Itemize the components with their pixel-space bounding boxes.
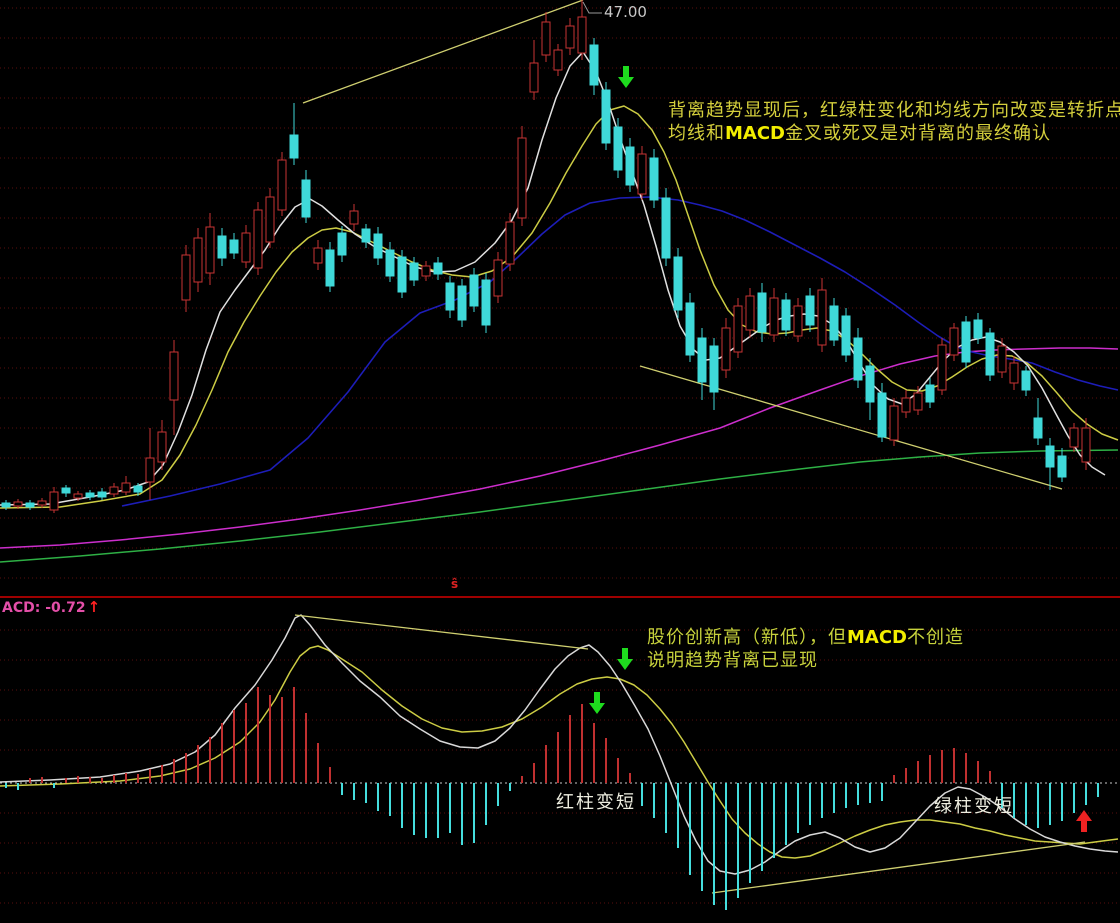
candle-down: [302, 180, 310, 217]
candle-down: [362, 229, 370, 242]
candle-down: [674, 257, 682, 310]
candle-up: [638, 154, 646, 194]
candle-up: [518, 138, 526, 218]
candle-up: [566, 26, 574, 48]
candle-up: [578, 17, 586, 53]
candle-up: [734, 306, 742, 352]
candle-down: [626, 147, 634, 185]
candle-up: [314, 248, 322, 263]
candle-up: [350, 211, 358, 224]
candle-down: [698, 338, 706, 382]
candle-up: [1082, 428, 1090, 462]
candle-down: [1058, 456, 1066, 477]
candle-down: [98, 492, 106, 497]
candle-up: [194, 238, 202, 282]
candle-up: [902, 398, 910, 412]
candle-up: [770, 298, 778, 335]
candle-up: [494, 260, 502, 296]
candle-down: [86, 493, 94, 497]
candle-down: [386, 250, 394, 276]
candle-down: [842, 316, 850, 355]
candle-down: [338, 233, 346, 255]
candle-down: [218, 236, 226, 258]
candle-down: [434, 263, 442, 274]
candle-up: [1070, 428, 1078, 447]
candle-up: [266, 197, 274, 242]
candle-down: [62, 488, 70, 493]
candle-down: [374, 234, 382, 258]
candle-up: [242, 233, 250, 262]
candle-down: [710, 346, 718, 392]
candle-up: [146, 458, 154, 482]
candle-down: [590, 45, 598, 85]
chart-canvas[interactable]: [0, 0, 1120, 923]
candle-up: [722, 328, 730, 370]
candle-down: [854, 338, 862, 380]
candle-up: [1010, 363, 1018, 383]
candle-up: [122, 483, 130, 492]
candle-up: [794, 306, 802, 336]
chart-background: [0, 0, 1120, 923]
candle-down: [230, 240, 238, 253]
candle-down: [458, 286, 466, 320]
candle-down: [602, 90, 610, 143]
candle-down: [1022, 371, 1030, 390]
candle-up: [278, 160, 286, 210]
candle-down: [470, 275, 478, 306]
candle-down: [134, 486, 142, 492]
candle-down: [2, 503, 10, 507]
candle-up: [506, 222, 514, 264]
candle-down: [1034, 418, 1042, 438]
candle-down: [866, 366, 874, 402]
candle-up: [746, 296, 754, 330]
candle-up: [254, 210, 262, 268]
candle-down: [686, 303, 694, 355]
candle-down: [926, 385, 934, 402]
candle-up: [542, 22, 550, 55]
candle-up: [206, 227, 214, 273]
candle-up: [422, 266, 430, 276]
candle-down: [290, 135, 298, 158]
candle-up: [110, 487, 118, 494]
candle-up: [182, 255, 190, 300]
candle-down: [410, 263, 418, 280]
candle-down: [326, 250, 334, 286]
candle-down: [806, 296, 814, 325]
candle-down: [614, 127, 622, 170]
candle-up: [890, 406, 898, 440]
candle-down: [878, 393, 886, 437]
candle-down: [446, 283, 454, 310]
candle-down: [26, 503, 34, 507]
candle-down: [974, 320, 982, 338]
candle-down: [782, 300, 790, 330]
candle-down: [398, 257, 406, 292]
candle-down: [986, 333, 994, 375]
candle-down: [650, 158, 658, 200]
candle-down: [482, 280, 490, 325]
candle-down: [1046, 446, 1054, 467]
candle-up: [950, 328, 958, 355]
candle-up: [14, 502, 22, 506]
candle-up: [50, 492, 58, 510]
candle-down: [662, 198, 670, 258]
candle-up: [938, 345, 946, 390]
candle-up: [998, 346, 1006, 372]
candle-down: [962, 322, 970, 362]
candle-up: [818, 290, 826, 345]
candle-down: [758, 293, 766, 332]
candle-up: [554, 50, 562, 70]
candle-up: [170, 352, 178, 400]
candle-up: [158, 432, 166, 462]
candle-up: [914, 393, 922, 410]
candle-down: [830, 306, 838, 340]
candle-up: [38, 501, 46, 505]
candle-up: [530, 63, 538, 92]
candle-up: [74, 494, 82, 498]
stock-chart-screen: 47.00 ACD: -0.72↑ ŝ 背离趋势显现后，红绿柱变化和均线方向改变…: [0, 0, 1120, 923]
